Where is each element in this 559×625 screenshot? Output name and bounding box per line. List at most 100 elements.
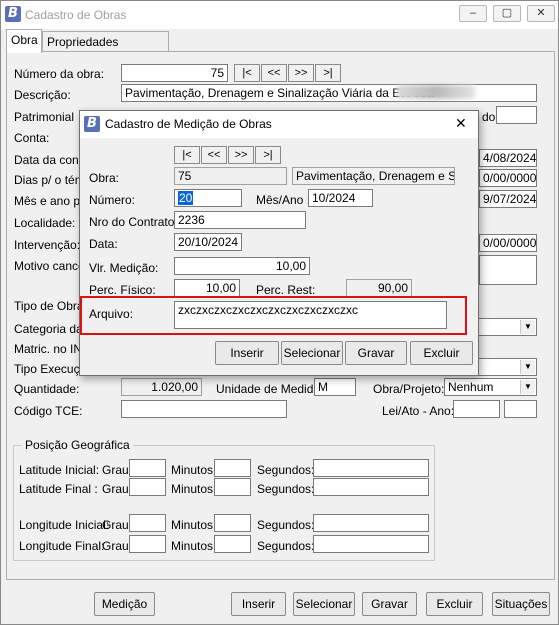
- segundos-label: Segundos:: [257, 463, 315, 477]
- codigo-tce-field[interactable]: [121, 400, 287, 418]
- medicao-dialog: B Cadastro de Medição de Obras ✕ |< << >…: [79, 110, 479, 376]
- zero-date-field-2[interactable]: 0/00/0000: [479, 234, 537, 252]
- tab-obra[interactable]: Obra: [6, 29, 42, 53]
- lon-fin-grau-field[interactable]: [129, 535, 166, 553]
- minutos-label: Minutos:: [171, 518, 217, 532]
- bairro-field[interactable]: [496, 106, 537, 124]
- patrimonial-label: Patrimonial: [14, 110, 75, 124]
- dialog-nav-next-button[interactable]: >>: [228, 146, 254, 164]
- grau-label: Grau:: [102, 518, 133, 532]
- nav-next-button[interactable]: >>: [288, 64, 314, 82]
- date-field-1[interactable]: 4/08/2024: [479, 149, 537, 167]
- nav-first-button[interactable]: |<: [234, 64, 260, 82]
- date-field-2[interactable]: 9/07/2024: [479, 190, 537, 208]
- mes-ano-label: Mês/Ano :: [256, 193, 311, 207]
- window-title: Cadastro de Obras: [25, 8, 127, 22]
- numero-label: Número:: [89, 193, 136, 207]
- obra-id-field: 75: [174, 167, 287, 185]
- latitude-final-label: Latitude Final :: [19, 482, 98, 496]
- obra-projeto-value: Nenhum: [448, 380, 494, 394]
- perc-fisico-label: Perc. Físico:: [89, 283, 156, 297]
- nav-prev-button[interactable]: <<: [261, 64, 287, 82]
- minimize-button[interactable]: –: [459, 5, 487, 22]
- lat-fin-seg-field[interactable]: [313, 478, 429, 496]
- vlr-medicao-field[interactable]: 10,00: [174, 257, 310, 275]
- lat-fin-grau-field[interactable]: [129, 478, 166, 496]
- vlr-medicao-label: Vlr. Medição:: [89, 261, 159, 275]
- dialog-selecionar-button[interactable]: Selecionar: [281, 341, 343, 365]
- contrato-label: Nro do Contrato:: [89, 215, 178, 229]
- tab-bar: Obra Propriedades Adicionais: [6, 29, 555, 63]
- mes-ano-label: Mês e ano p/: [14, 194, 84, 208]
- close-button[interactable]: ✕: [527, 5, 555, 22]
- chevron-down-icon[interactable]: ▼: [520, 320, 535, 334]
- obra-projeto-combo[interactable]: Nenhum ▼: [444, 378, 537, 396]
- motivo-field[interactable]: [479, 255, 537, 285]
- longitude-inicial-label: Longitude Inicial:: [19, 518, 110, 532]
- grau-label: Grau:: [102, 463, 133, 477]
- nav-last-button[interactable]: >|: [315, 64, 341, 82]
- zero-date-field-1[interactable]: 0/00/0000: [479, 169, 537, 187]
- contrato-field[interactable]: 2236: [174, 211, 306, 229]
- motivo-label: Motivo cance: [14, 259, 85, 273]
- obra-desc-field: Pavimentação, Drenagem e Sinalização: [292, 167, 455, 185]
- lei-ato-field[interactable]: [453, 400, 500, 418]
- app-logo-icon: B: [84, 116, 100, 132]
- numero-obra-field[interactable]: 75: [121, 64, 228, 82]
- lon-ini-seg-field[interactable]: [313, 514, 429, 532]
- lon-fin-min-field[interactable]: [214, 535, 251, 553]
- lon-ini-grau-field[interactable]: [129, 514, 166, 532]
- dialog-nav-last-button[interactable]: >|: [255, 146, 281, 164]
- dialog-excluir-button[interactable]: Excluir: [410, 341, 473, 365]
- lat-ini-seg-field[interactable]: [313, 459, 429, 477]
- perc-fisico-field[interactable]: 10,00: [174, 279, 240, 297]
- lon-ini-min-field[interactable]: [214, 514, 251, 532]
- unidade-label: Unidade de Medida:: [216, 382, 324, 396]
- obra-label: Obra:: [89, 171, 120, 185]
- posicao-geografica-title: Posição Geográfica: [22, 438, 133, 452]
- dialog-gravar-button[interactable]: Gravar: [345, 341, 407, 365]
- data-label: Data:: [89, 237, 118, 251]
- highlight-box: [80, 296, 467, 335]
- dialog-nav-first-button[interactable]: |<: [174, 146, 200, 164]
- gravar-button[interactable]: Gravar: [362, 592, 417, 616]
- tipo-obra-label: Tipo de Obra:: [14, 299, 87, 313]
- lei-ano-field[interactable]: [504, 400, 537, 418]
- minutos-label: Minutos:: [171, 482, 217, 496]
- situacoes-button[interactable]: Situações: [492, 592, 550, 616]
- dias-label: Dias p/ o tém: [14, 173, 85, 187]
- perc-rest-label: Perc. Rest:: [256, 283, 316, 297]
- numero-obra-label: Número da obra:: [14, 67, 105, 81]
- numero-field[interactable]: 20: [174, 189, 242, 207]
- dialog-title: Cadastro de Medição de Obras: [105, 117, 272, 131]
- numero-value: 20: [178, 191, 194, 205]
- maximize-button[interactable]: ▢: [493, 5, 521, 22]
- longitude-final-label: Longitude Final:: [19, 539, 105, 553]
- quantidade-label: Quantidade:: [14, 382, 80, 396]
- inserir-button[interactable]: Inserir: [231, 592, 286, 616]
- dialog-inserir-button[interactable]: Inserir: [215, 341, 279, 365]
- chevron-down-icon[interactable]: ▼: [520, 380, 535, 394]
- selecionar-button[interactable]: Selecionar: [293, 592, 355, 616]
- lat-ini-grau-field[interactable]: [129, 459, 166, 477]
- data-conclusao-label: Data da conc: [14, 153, 85, 167]
- grau-label: Grau:: [102, 482, 133, 496]
- quantidade-field[interactable]: 1.020,00: [121, 378, 202, 396]
- data-field[interactable]: 20/10/2024: [174, 233, 242, 251]
- dialog-close-icon[interactable]: ✕: [455, 115, 467, 132]
- conta-label: Conta:: [14, 131, 50, 145]
- tab-propriedades-adicionais[interactable]: Propriedades Adicionais: [42, 31, 169, 63]
- dialog-nav-prev-button[interactable]: <<: [201, 146, 227, 164]
- minutos-label: Minutos:: [171, 539, 217, 553]
- excluir-button[interactable]: Excluir: [426, 592, 483, 616]
- chevron-down-icon[interactable]: ▼: [520, 360, 535, 374]
- lat-ini-min-field[interactable]: [214, 459, 251, 477]
- lat-fin-min-field[interactable]: [214, 478, 251, 496]
- medicao-button[interactable]: Medição: [94, 592, 155, 616]
- minutos-label: Minutos:: [171, 463, 217, 477]
- lon-fin-seg-field[interactable]: [313, 535, 429, 553]
- mes-ano-field[interactable]: 10/2024: [308, 189, 373, 207]
- unidade-field[interactable]: M: [314, 378, 356, 396]
- dialog-title-bar: B Cadastro de Medição de Obras ✕: [80, 111, 478, 138]
- intervencao-label: Intervenção:: [14, 238, 81, 252]
